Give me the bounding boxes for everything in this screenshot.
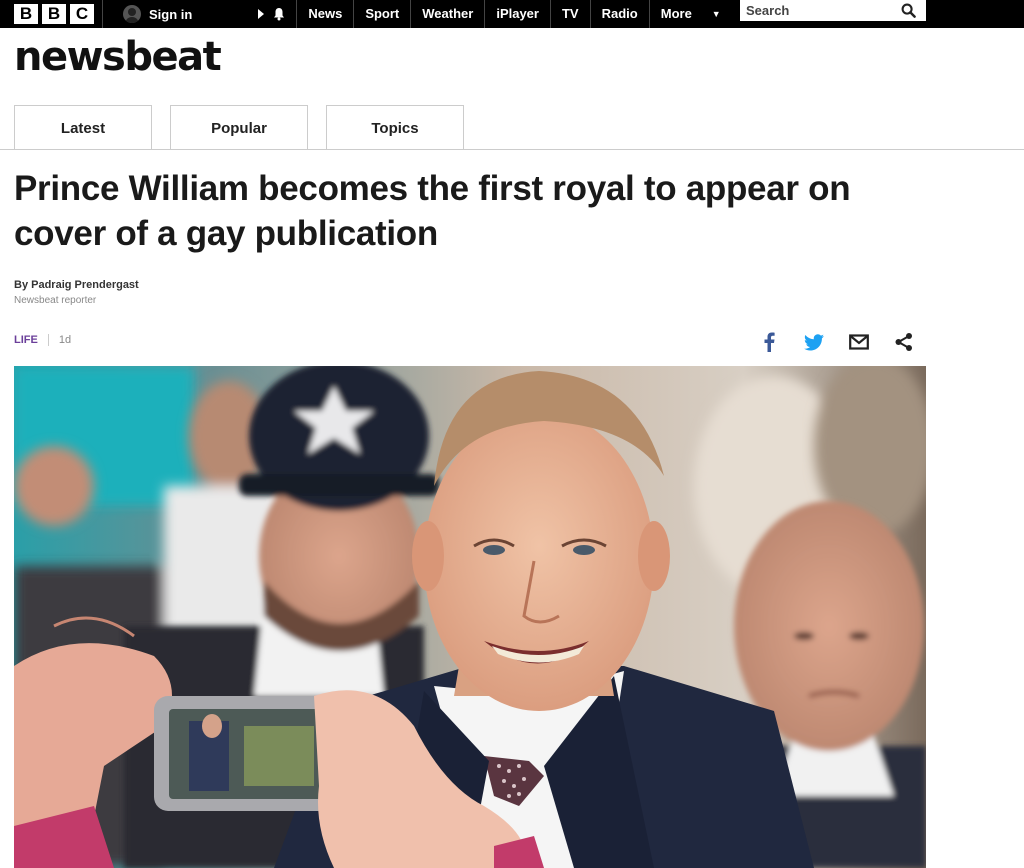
- notifications-button[interactable]: [248, 0, 296, 28]
- play-icon: [258, 9, 265, 19]
- nav-more[interactable]: More ▼: [648, 0, 732, 28]
- search-input[interactable]: [746, 3, 896, 18]
- email-icon[interactable]: [848, 331, 870, 353]
- article-photo: [14, 366, 926, 868]
- author-role: Newsbeat reporter: [14, 295, 97, 306]
- divider: [102, 0, 103, 28]
- article-headline: Prince William becomes the first royal t…: [14, 169, 851, 253]
- tab-topics[interactable]: Topics: [326, 105, 464, 150]
- article-meta: LIFE 1d: [14, 334, 71, 346]
- bbc-logo-letter: B: [42, 4, 66, 24]
- nav-tv[interactable]: TV: [549, 0, 590, 28]
- caret-down-icon: ▼: [711, 9, 721, 19]
- tab-popular[interactable]: Popular: [170, 105, 308, 150]
- sign-in-link[interactable]: Sign in: [111, 0, 204, 28]
- nav-radio[interactable]: Radio: [589, 0, 649, 28]
- search-box[interactable]: [740, 0, 926, 21]
- bbc-top-bar: B B C Sign in News Sport Weather iPlayer…: [0, 0, 1024, 28]
- divider: [47, 334, 49, 346]
- nav-weather[interactable]: Weather: [410, 0, 484, 28]
- nav-more-label: More: [660, 6, 692, 21]
- bbc-logo[interactable]: B B C: [14, 4, 94, 24]
- bbc-logo-letter: C: [70, 4, 94, 24]
- article-age: 1d: [58, 334, 72, 346]
- article-photo-illustration: [14, 366, 926, 868]
- facebook-icon[interactable]: [758, 331, 780, 353]
- nav-news[interactable]: News: [296, 0, 353, 28]
- bell-icon: [274, 8, 285, 21]
- header-divider: [0, 149, 1024, 150]
- user-icon: [123, 5, 141, 23]
- topic-link[interactable]: LIFE: [14, 334, 38, 346]
- bbc-nav: News Sport Weather iPlayer TV Radio More…: [296, 0, 731, 28]
- section-tabs: Latest Popular Topics: [14, 105, 464, 150]
- search-icon[interactable]: [901, 3, 916, 18]
- share-icon[interactable]: [893, 331, 915, 353]
- nav-sport[interactable]: Sport: [353, 0, 410, 28]
- nav-iplayer[interactable]: iPlayer: [484, 0, 550, 28]
- share-tools: [758, 331, 915, 353]
- sign-in-label: Sign in: [149, 6, 193, 22]
- bbc-logo-letter: B: [14, 4, 38, 24]
- tab-latest[interactable]: Latest: [14, 105, 152, 150]
- article-byline: By Padraig Prendergast: [14, 279, 139, 291]
- newsbeat-logo[interactable]: newsbeat: [14, 34, 222, 80]
- twitter-icon[interactable]: [803, 331, 825, 353]
